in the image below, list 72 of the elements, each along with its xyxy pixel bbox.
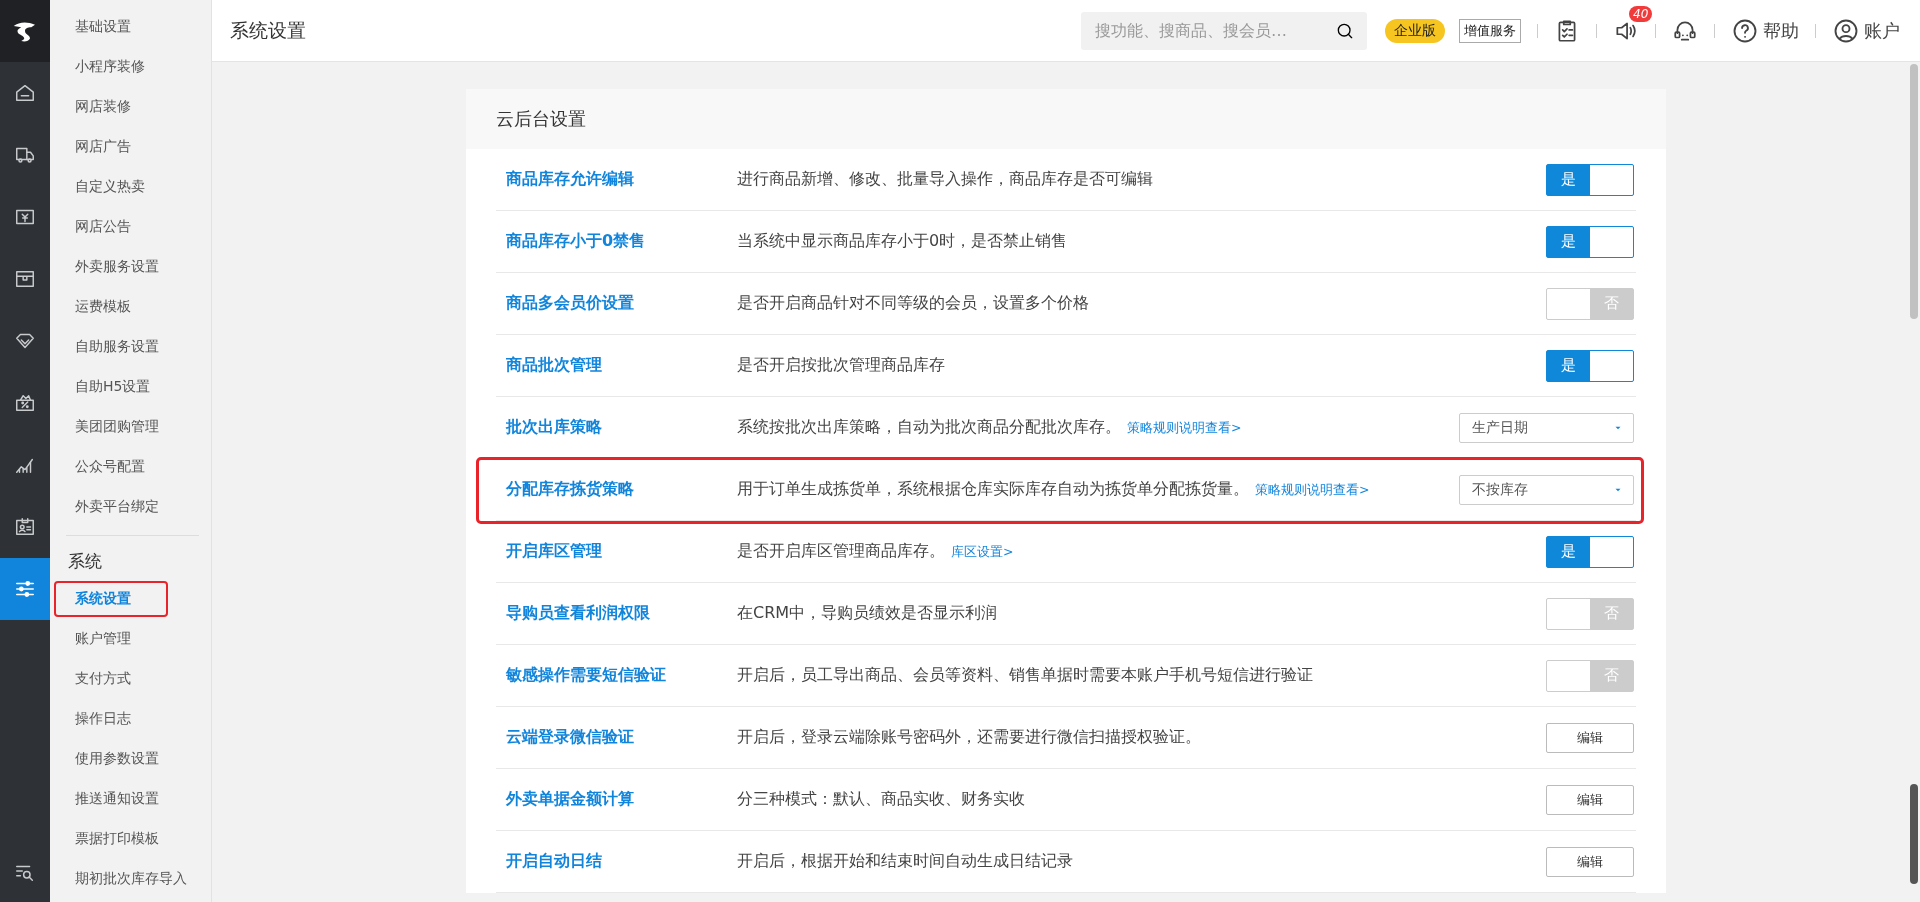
setting-label: 商品多会员价设置 <box>506 293 635 314</box>
sidebar-item[interactable]: 网店广告 <box>50 127 211 167</box>
sidebar-item[interactable]: 自助服务设置 <box>50 327 211 367</box>
setting-label: 外卖单据金额计算 <box>506 789 635 810</box>
setting-description: 是否开启库区管理商品库存。 <box>737 541 945 562</box>
toggle-switch[interactable]: 是 <box>1546 535 1634 568</box>
setting-description: 开启后，根据开始和结束时间自动生成日结记录 <box>737 851 1073 872</box>
edition-badge: 企业版 <box>1385 18 1445 43</box>
setting-description: 用于订单生成拣货单，系统根据仓库实际库存自动为拣货单分配拣货量。 <box>737 479 1249 500</box>
rule-link[interactable]: 策略规则说明查看> <box>1255 482 1370 499</box>
section-heading: 系统 <box>67 550 103 573</box>
edit-button[interactable]: 编辑 <box>1546 722 1634 753</box>
rule-link[interactable]: 库区设置> <box>951 544 1014 561</box>
sidebar-item[interactable]: 推送通知设置 <box>50 779 211 819</box>
sidebar-item[interactable]: 运费模板 <box>50 287 211 327</box>
ticket-icon <box>14 392 36 414</box>
sidebar-item[interactable]: 账户管理 <box>50 619 211 659</box>
setting-label: 商品库存小于0禁售 <box>506 231 647 252</box>
edit-button[interactable]: 编辑 <box>1546 846 1634 877</box>
value-added-service-button[interactable]: 增值服务 <box>1459 18 1521 43</box>
toggle-switch[interactable]: 是 <box>1546 163 1634 196</box>
setting-label: 批次出库策略 <box>506 417 603 438</box>
sidebar-item[interactable]: 网店装修 <box>50 87 211 127</box>
sidebar-item[interactable]: 美团团购管理 <box>50 407 211 447</box>
sidebar-item[interactable]: 自助H5设置 <box>50 367 211 407</box>
help-link[interactable]: 帮助 <box>1763 18 1799 43</box>
setting-description: 开启后，登录云端除账号密码外，还需要进行微信扫描授权验证。 <box>737 727 1201 748</box>
sidebar-item[interactable]: 小程序装修 <box>50 47 211 87</box>
page-title: 系统设置 <box>230 17 307 43</box>
setting-description: 开启后，员工导出商品、会员等资料、销售单据时需要本账户手机号短信进行验证 <box>737 665 1313 686</box>
toggle-switch[interactable]: 是 <box>1546 349 1634 382</box>
rule-link[interactable]: 策略规则说明查看> <box>1127 420 1242 437</box>
setting-label: 开启库区管理 <box>506 541 603 562</box>
setting-label: 商品批次管理 <box>506 355 603 376</box>
sidebar-item[interactable]: 期初批次库存导入 <box>50 859 211 899</box>
setting-description: 进行商品新增、修改、批量导入操作，商品库存是否可编辑 <box>737 169 1153 190</box>
setting-label: 云端登录微信验证 <box>506 727 635 748</box>
setting-description: 在CRM中，导购员绩效是否显示利润 <box>737 603 998 624</box>
notification-count: 40 <box>1629 5 1653 22</box>
setting-label: 分配库存拣货策略 <box>506 479 635 500</box>
setting-description: 是否开启按批次管理商品库存 <box>737 355 945 376</box>
edit-button[interactable]: 编辑 <box>1546 784 1634 815</box>
setting-label: 导购员查看利润权限 <box>506 603 651 624</box>
setting-label: 敏感操作需要短信验证 <box>506 665 667 686</box>
toggle-switch[interactable]: 是 <box>1546 225 1634 258</box>
box-icon <box>14 268 36 290</box>
sidebar-item[interactable]: 票据打印模板 <box>50 819 211 859</box>
id-card-icon <box>14 516 36 538</box>
setting-description: 是否开启商品针对不同等级的会员，设置多个价格 <box>737 293 1089 314</box>
sidebar-item[interactable]: 公众号配置 <box>50 447 211 487</box>
setting-description: 当系统中显示商品库存小于0时，是否禁止销售 <box>737 231 1068 252</box>
sliders-icon <box>14 578 36 600</box>
sidebar-item[interactable]: 操作日志 <box>50 699 211 739</box>
sidebar-item[interactable]: 外卖服务设置 <box>50 247 211 287</box>
search-field[interactable]: 搜功能、搜商品、搜会员… <box>1081 11 1367 50</box>
sidebar-item[interactable]: 使用参数设置 <box>50 739 211 779</box>
sidebar-item[interactable]: 自定义热卖 <box>50 167 211 207</box>
card-title: 云后台设置 <box>466 89 1666 149</box>
strategy-select[interactable]: 不按库存 <box>1459 474 1634 505</box>
home-icon <box>14 82 36 104</box>
setting-description: 系统按批次出库策略，自动为批次商品分配批次库存。 <box>737 417 1121 438</box>
sidebar-item[interactable]: 基础设置 <box>50 7 211 47</box>
sidebar-item[interactable]: 外卖平台绑定 <box>50 487 211 527</box>
account-link[interactable]: 账户 <box>1864 18 1900 43</box>
sidebar-item[interactable]: 网店公告 <box>50 207 211 247</box>
nav-tab[interactable] <box>0 558 50 620</box>
setting-label: 商品库存允许编辑 <box>506 169 635 190</box>
setting-description: 分三种模式：默认、商品实收、财务实收 <box>737 789 1025 810</box>
sidebar-item[interactable]: 支付方式 <box>50 659 211 699</box>
setting-label: 开启自动日结 <box>506 851 603 872</box>
search-input[interactable]: 搜功能、搜商品、搜会员… <box>1093 20 1329 41</box>
strategy-select[interactable]: 生产日期 <box>1459 412 1634 443</box>
